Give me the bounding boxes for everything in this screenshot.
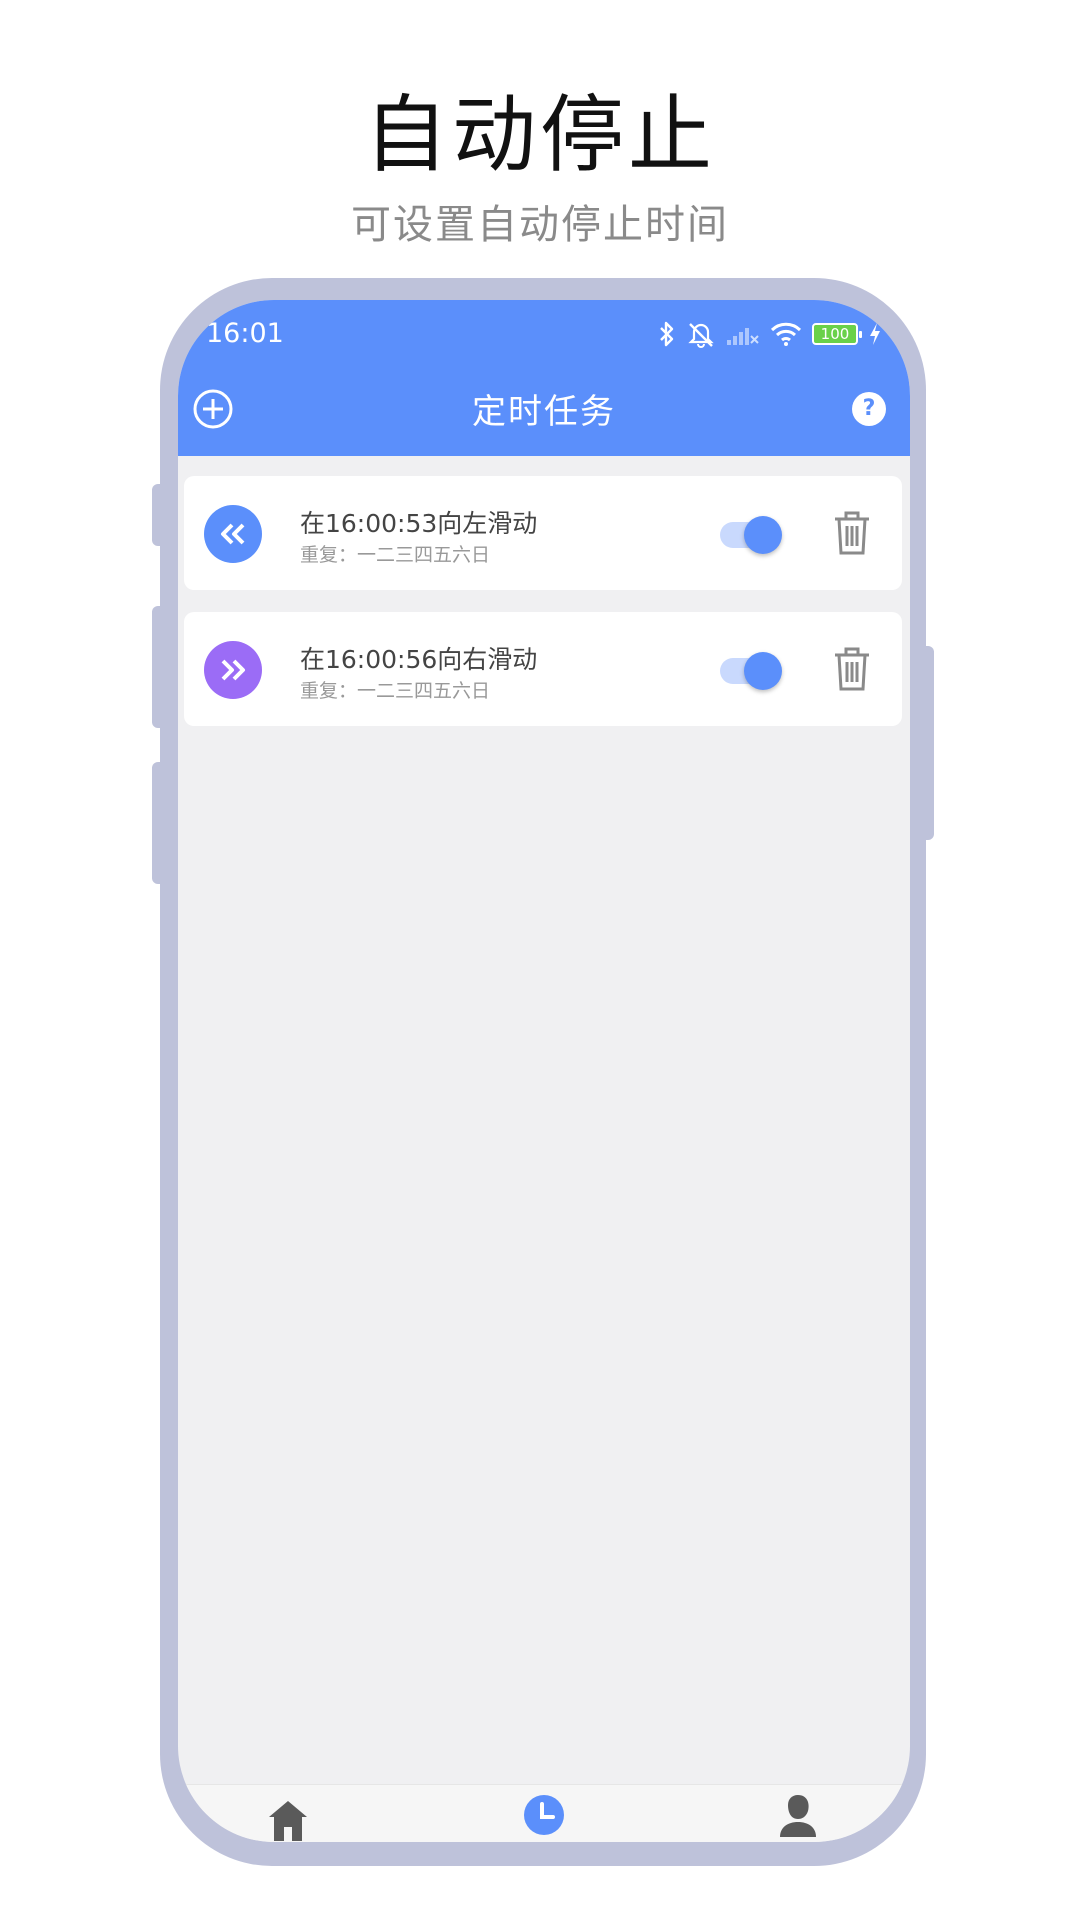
clock-icon[interactable]	[522, 1793, 566, 1837]
task-card[interactable]: 在16:00:53向左滑动 重复：一二三四五六日	[184, 476, 902, 590]
delete-icon[interactable]	[832, 646, 872, 692]
home-icon[interactable]	[266, 1797, 310, 1841]
mute-icon	[688, 323, 714, 348]
page-title: 定时任务	[472, 392, 616, 432]
task-toggle[interactable]	[720, 516, 790, 554]
charging-icon	[870, 323, 880, 345]
toggle-knob	[744, 652, 782, 690]
status-time: 16:01	[206, 318, 284, 349]
status-icons: 100	[658, 318, 882, 350]
double-right-icon	[204, 641, 262, 699]
task-title: 在16:00:53向左滑动	[300, 509, 538, 538]
promo-subtitle: 可设置自动停止时间	[351, 202, 729, 248]
task-card[interactable]: 在16:00:56向右滑动 重复：一二三四五六日	[184, 612, 902, 726]
phone-screen: 16:01 100 定时任务 ? 在16:00:53向左滑动 重复：一二三四五六…	[178, 300, 910, 1842]
wifi-icon	[770, 322, 802, 346]
bluetooth-icon	[660, 321, 674, 347]
bottom-nav	[178, 1784, 910, 1842]
profile-icon[interactable]	[776, 1793, 820, 1837]
help-button[interactable]: ?	[852, 392, 886, 426]
delete-icon[interactable]	[832, 510, 872, 556]
task-toggle[interactable]	[720, 652, 790, 690]
battery-icon: 100	[812, 323, 862, 345]
promo-title: 自动停止	[363, 86, 716, 184]
task-repeat: 重复：一二三四五六日	[300, 544, 491, 566]
toggle-knob	[744, 516, 782, 554]
double-left-icon	[204, 505, 262, 563]
task-title: 在16:00:56向右滑动	[300, 645, 538, 674]
app-header: 16:01 100 定时任务 ?	[178, 300, 910, 456]
battery-level: 100	[820, 325, 850, 343]
signal-icon	[727, 328, 759, 345]
task-repeat: 重复：一二三四五六日	[300, 680, 491, 702]
